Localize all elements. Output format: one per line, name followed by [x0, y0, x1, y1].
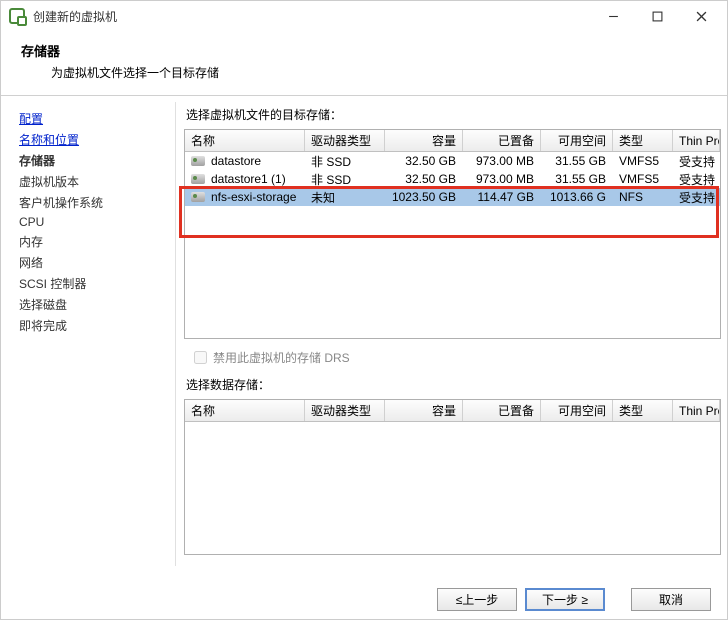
- datastore-rows-empty: [185, 422, 720, 554]
- back-button[interactable]: ≤上一步: [437, 588, 517, 611]
- sidebar-item-guest-os: 客户机操作系统: [19, 192, 169, 213]
- datastore-table: 名称 驱动器类型 容量 已置备 可用空间 类型 Thin Provis: [184, 399, 721, 555]
- cell-provisioned: 114.47 GB: [463, 187, 541, 207]
- cell-name: nfs-esxi-storage: [211, 190, 296, 204]
- datastore-table-label: 选择数据存储：: [184, 374, 721, 399]
- cell-free: 1013.66 G: [541, 187, 613, 207]
- sidebar-item-config[interactable]: 配置: [19, 108, 169, 129]
- th-name[interactable]: 名称: [185, 130, 305, 151]
- cell-type: NFS: [613, 187, 673, 207]
- sidebar-item-select-disk: 选择磁盘: [19, 294, 169, 315]
- titlebar: 创建新的虚拟机: [1, 1, 727, 31]
- table-row[interactable]: datastore1 (1)非 SSD32.50 GB973.00 MB31.5…: [185, 170, 720, 188]
- cell-type: VMFS5: [613, 169, 673, 189]
- table-header-row-2: 名称 驱动器类型 容量 已置备 可用空间 类型 Thin Provis: [185, 400, 720, 422]
- cell-name: datastore: [211, 154, 261, 168]
- next-button[interactable]: 下一步 ≥: [525, 588, 605, 611]
- storage-table-label: 选择虚拟机文件的目标存储：: [184, 102, 721, 129]
- cancel-button[interactable]: 取消: [631, 588, 711, 611]
- disable-drs-checkbox: [194, 351, 207, 364]
- th-free[interactable]: 可用空间: [541, 130, 613, 151]
- datastore-icon: [191, 192, 205, 202]
- cell-capacity: 32.50 GB: [385, 169, 463, 189]
- wizard-footer: ≤上一步 下一步 ≥ 取消: [437, 588, 711, 611]
- sidebar-item-cpu: CPU: [19, 213, 169, 231]
- wizard-header: 存储器 为虚拟机文件选择一个目标存储: [1, 31, 727, 95]
- th-provisioned[interactable]: 已置备: [463, 130, 541, 151]
- sidebar-item-network: 网络: [19, 252, 169, 273]
- disable-drs-label: 禁用此虚拟机的存储 DRS: [213, 349, 350, 366]
- datastore-icon: [191, 156, 205, 166]
- page-title: 存储器: [21, 41, 709, 60]
- minimize-button[interactable]: [591, 2, 635, 30]
- sidebar-item-vm-version: 虚拟机版本: [19, 171, 169, 192]
- table-header-row: 名称 驱动器类型 容量 已置备 可用空间 类型 Thin Provi: [185, 130, 720, 152]
- cell-provisioned: 973.00 MB: [463, 169, 541, 189]
- table-row[interactable]: datastore非 SSD32.50 GB973.00 MB31.55 GBV…: [185, 152, 720, 170]
- th2-provisioned[interactable]: 已置备: [463, 400, 541, 421]
- th2-capacity[interactable]: 容量: [385, 400, 463, 421]
- th2-thin[interactable]: Thin Provis: [673, 400, 720, 421]
- sidebar-item-ready: 即将完成: [19, 315, 169, 336]
- sidebar-item-name-location[interactable]: 名称和位置: [19, 129, 169, 150]
- th2-name[interactable]: 名称: [185, 400, 305, 421]
- datastore-icon: [191, 174, 205, 184]
- main-panel: 选择虚拟机文件的目标存储： 名称 驱动器类型 容量 已置备 可用空间 类型 Th…: [175, 102, 721, 566]
- wizard-sidebar: 配置 名称和位置 存储器 虚拟机版本 客户机操作系统 CPU 内存 网络 SCS…: [7, 102, 169, 566]
- th2-type[interactable]: 类型: [613, 400, 673, 421]
- th2-drive-type[interactable]: 驱动器类型: [305, 400, 385, 421]
- disable-drs-row: 禁用此虚拟机的存储 DRS: [184, 339, 721, 374]
- app-icon: [9, 8, 25, 24]
- sidebar-item-memory: 内存: [19, 231, 169, 252]
- sidebar-item-scsi: SCSI 控制器: [19, 273, 169, 294]
- table-row[interactable]: nfs-esxi-storage 未知1023.50 GB114.47 GB101…: [185, 188, 720, 206]
- cell-thin: 受支持: [673, 186, 720, 209]
- page-subtitle: 为虚拟机文件选择一个目标存储: [21, 64, 709, 81]
- storage-table: 名称 驱动器类型 容量 已置备 可用空间 类型 Thin Provi datas…: [184, 129, 721, 339]
- cell-capacity: 1023.50 GB: [385, 187, 463, 207]
- cell-drive: 未知: [305, 186, 385, 209]
- window-title: 创建新的虚拟机: [33, 8, 591, 25]
- th-thin[interactable]: Thin Provi: [673, 130, 720, 151]
- cell-free: 31.55 GB: [541, 169, 613, 189]
- close-button[interactable]: [679, 2, 723, 30]
- sidebar-item-storage: 存储器: [19, 150, 169, 171]
- th2-free[interactable]: 可用空间: [541, 400, 613, 421]
- cell-name: datastore1 (1): [211, 172, 286, 186]
- th-type[interactable]: 类型: [613, 130, 673, 151]
- th-drive-type[interactable]: 驱动器类型: [305, 130, 385, 151]
- maximize-button[interactable]: [635, 2, 679, 30]
- th-capacity[interactable]: 容量: [385, 130, 463, 151]
